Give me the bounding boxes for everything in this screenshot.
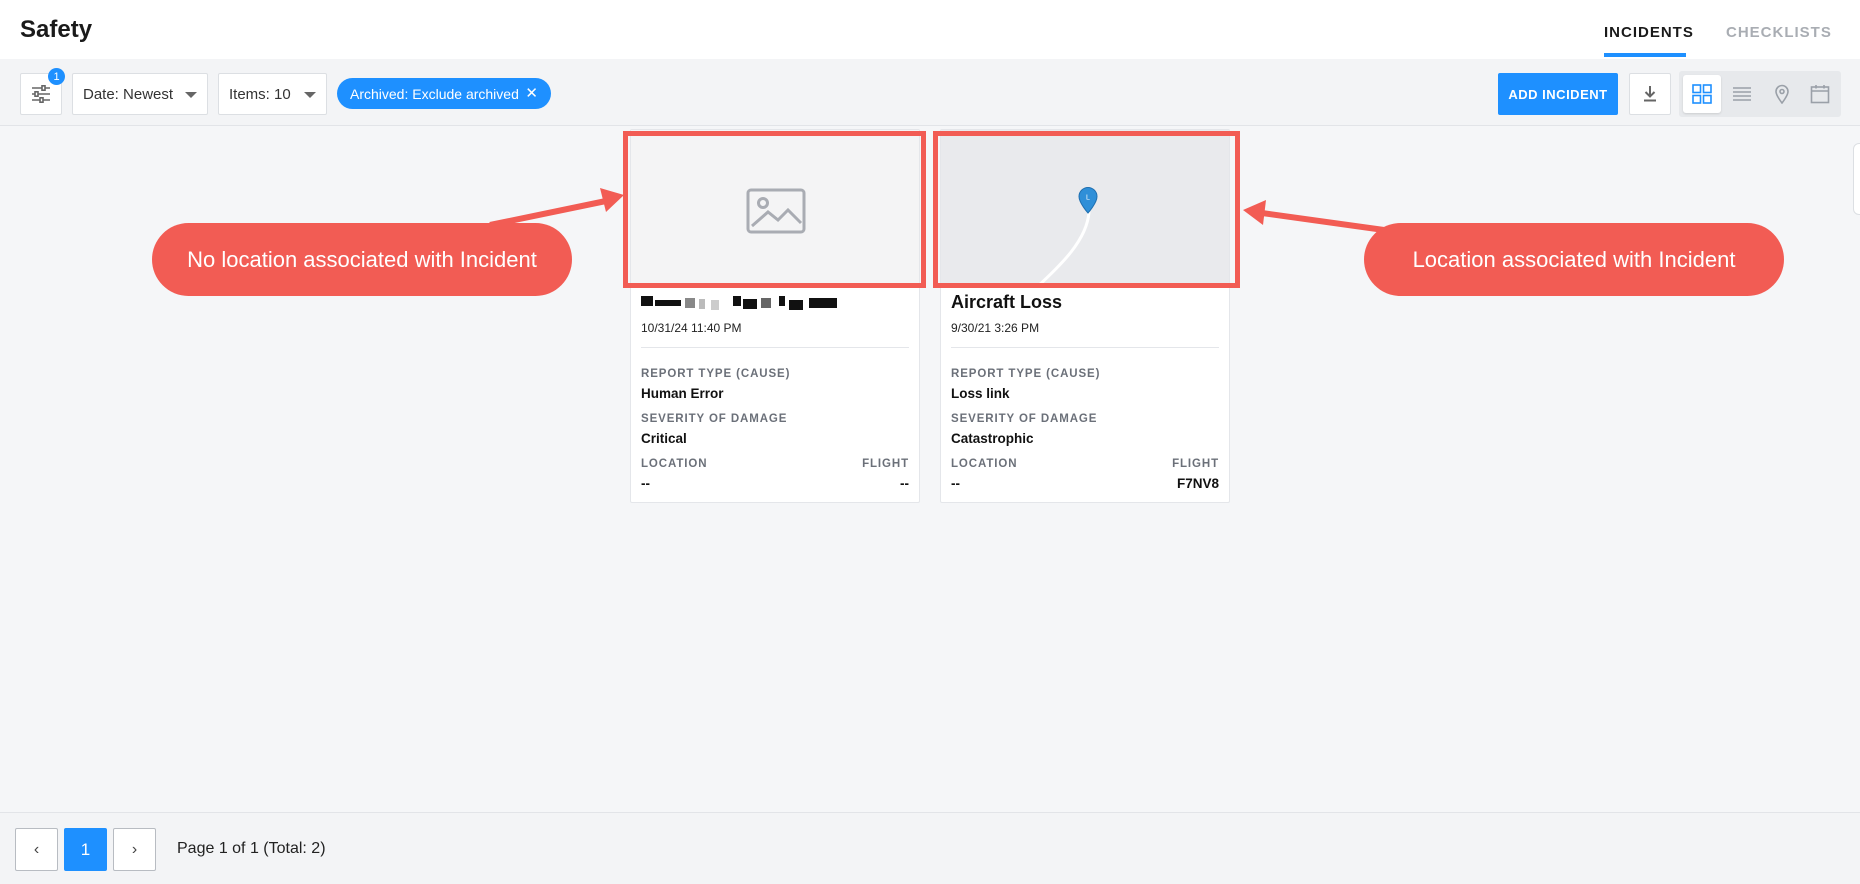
page-title: Safety	[20, 16, 93, 43]
download-button[interactable]	[1629, 73, 1671, 115]
calendar-view-button[interactable]	[1801, 75, 1839, 113]
map-pin-outline-icon	[1775, 84, 1789, 104]
report-type-label: REPORT TYPE (CAUSE)	[641, 368, 791, 380]
card-divider	[641, 347, 909, 348]
flight-value: F7NV8	[1176, 476, 1219, 491]
flight-value: --	[900, 476, 909, 491]
toolbar: 1 Date: Newest Items: 10 Archived: Exclu…	[0, 59, 1860, 126]
grid-view-icon	[1692, 84, 1712, 104]
download-icon	[1644, 86, 1656, 102]
redacted-title	[641, 296, 841, 310]
add-incident-button[interactable]: ADD INCIDENT	[1498, 73, 1618, 115]
flight-label: FLIGHT	[1172, 458, 1219, 470]
severity-label: SEVERITY OF DAMAGE	[951, 413, 1098, 425]
location-label: LOCATION	[951, 458, 1018, 470]
date-sort-value: Date: Newest	[83, 85, 174, 103]
pagination-bar: ‹ 1 › Page 1 of 1 (Total: 2)	[0, 812, 1860, 884]
pagination-summary: Page 1 of 1 (Total: 2)	[177, 840, 326, 857]
card-divider	[951, 347, 1219, 348]
list-view-button[interactable]	[1723, 75, 1761, 113]
items-per-page-value: Items: 10	[229, 85, 291, 103]
arrow-head-left	[600, 188, 624, 212]
severity-label: SEVERITY OF DAMAGE	[641, 413, 788, 425]
map-view-button[interactable]	[1763, 75, 1801, 113]
sliders-icon	[32, 85, 50, 103]
grid-view-button[interactable]	[1683, 75, 1721, 113]
incident-date: 9/30/21 3:26 PM	[951, 321, 1040, 335]
annotation-arrows	[489, 188, 1385, 233]
incident-title: Aircraft Loss	[951, 292, 1063, 312]
view-switcher	[1679, 71, 1841, 117]
severity-value: Catastrophic	[951, 431, 1034, 446]
calendar-view-icon	[1810, 85, 1830, 104]
callout-location: Location associated with Incident	[1364, 223, 1784, 296]
incident-date: 10/31/24 11:40 PM	[641, 321, 742, 335]
location-value: --	[951, 476, 960, 491]
caret-down-icon	[185, 92, 197, 98]
severity-value: Critical	[641, 431, 687, 446]
next-page-button[interactable]: ›	[113, 828, 156, 871]
caret-down-icon	[304, 92, 316, 98]
tab-incidents[interactable]: INCIDENTS	[1604, 24, 1694, 41]
page-1-button[interactable]: 1	[64, 828, 107, 871]
active-tab-indicator	[1604, 53, 1686, 57]
callout-no-location: No location associated with Incident	[152, 223, 572, 296]
location-label: LOCATION	[641, 458, 708, 470]
report-type-value: Human Error	[641, 386, 724, 401]
archived-filter-chip[interactable]: Archived: Exclude archived ✕	[337, 78, 551, 109]
app-header: Safety INCIDENTS CHECKLISTS	[0, 0, 1860, 59]
items-per-page-select[interactable]: Items: 10	[218, 73, 327, 115]
highlight-box-location	[933, 131, 1240, 288]
date-sort-select[interactable]: Date: Newest	[72, 73, 208, 115]
list-view-icon	[1733, 87, 1751, 101]
archived-filter-label: Archived: Exclude archived	[350, 85, 519, 102]
tab-checklists[interactable]: CHECKLISTS	[1726, 24, 1832, 41]
report-type-value: Loss link	[951, 386, 1010, 401]
location-value: --	[641, 476, 650, 491]
arrow-head-right	[1243, 200, 1266, 225]
previous-page-button[interactable]: ‹	[15, 828, 58, 871]
close-icon[interactable]: ✕	[525, 86, 538, 101]
highlight-box-no-location	[623, 131, 926, 288]
report-type-label: REPORT TYPE (CAUSE)	[951, 368, 1101, 380]
filter-count-badge: 1	[48, 68, 65, 85]
flight-label: FLIGHT	[862, 458, 909, 470]
side-panel-handle[interactable]	[1853, 143, 1860, 215]
